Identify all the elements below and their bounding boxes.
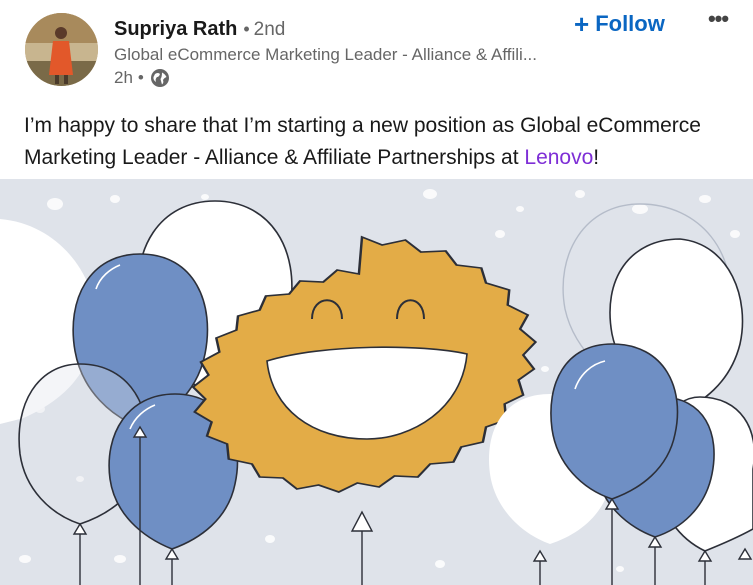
author-name[interactable]: Supriya Rath	[114, 18, 237, 40]
post-time: 2h	[114, 68, 133, 87]
author-headline[interactable]: Global eCommerce Marketing Leader - Alli…	[114, 44, 574, 66]
avatar[interactable]	[25, 13, 98, 86]
company-mention-link[interactable]: Lenovo	[524, 146, 593, 169]
post-image[interactable]	[0, 179, 753, 585]
post-text: I’m happy to share that I’m starting a n…	[24, 110, 734, 174]
meta-separator: •	[137, 68, 144, 87]
degree-separator: •	[243, 19, 250, 39]
follow-button[interactable]: + Follow	[574, 10, 665, 38]
avatar-photo	[25, 13, 98, 86]
celebration-illustration	[0, 179, 753, 585]
follow-label: Follow	[595, 11, 665, 36]
post-text-end: !	[593, 146, 600, 169]
more-horizontal-icon[interactable]: •••	[703, 8, 733, 34]
plus-icon: +	[574, 9, 590, 39]
post-meta: 2h •	[114, 67, 170, 89]
connection-degree: 2nd	[253, 19, 286, 40]
post-header: Supriya Rath • 2nd Global eCommerce Market…	[0, 0, 753, 100]
author-line: Supriya Rath • 2nd	[114, 16, 285, 43]
post-text-body: I’m happy to share that I’m starting a n…	[24, 114, 701, 169]
globe-icon	[150, 68, 170, 88]
